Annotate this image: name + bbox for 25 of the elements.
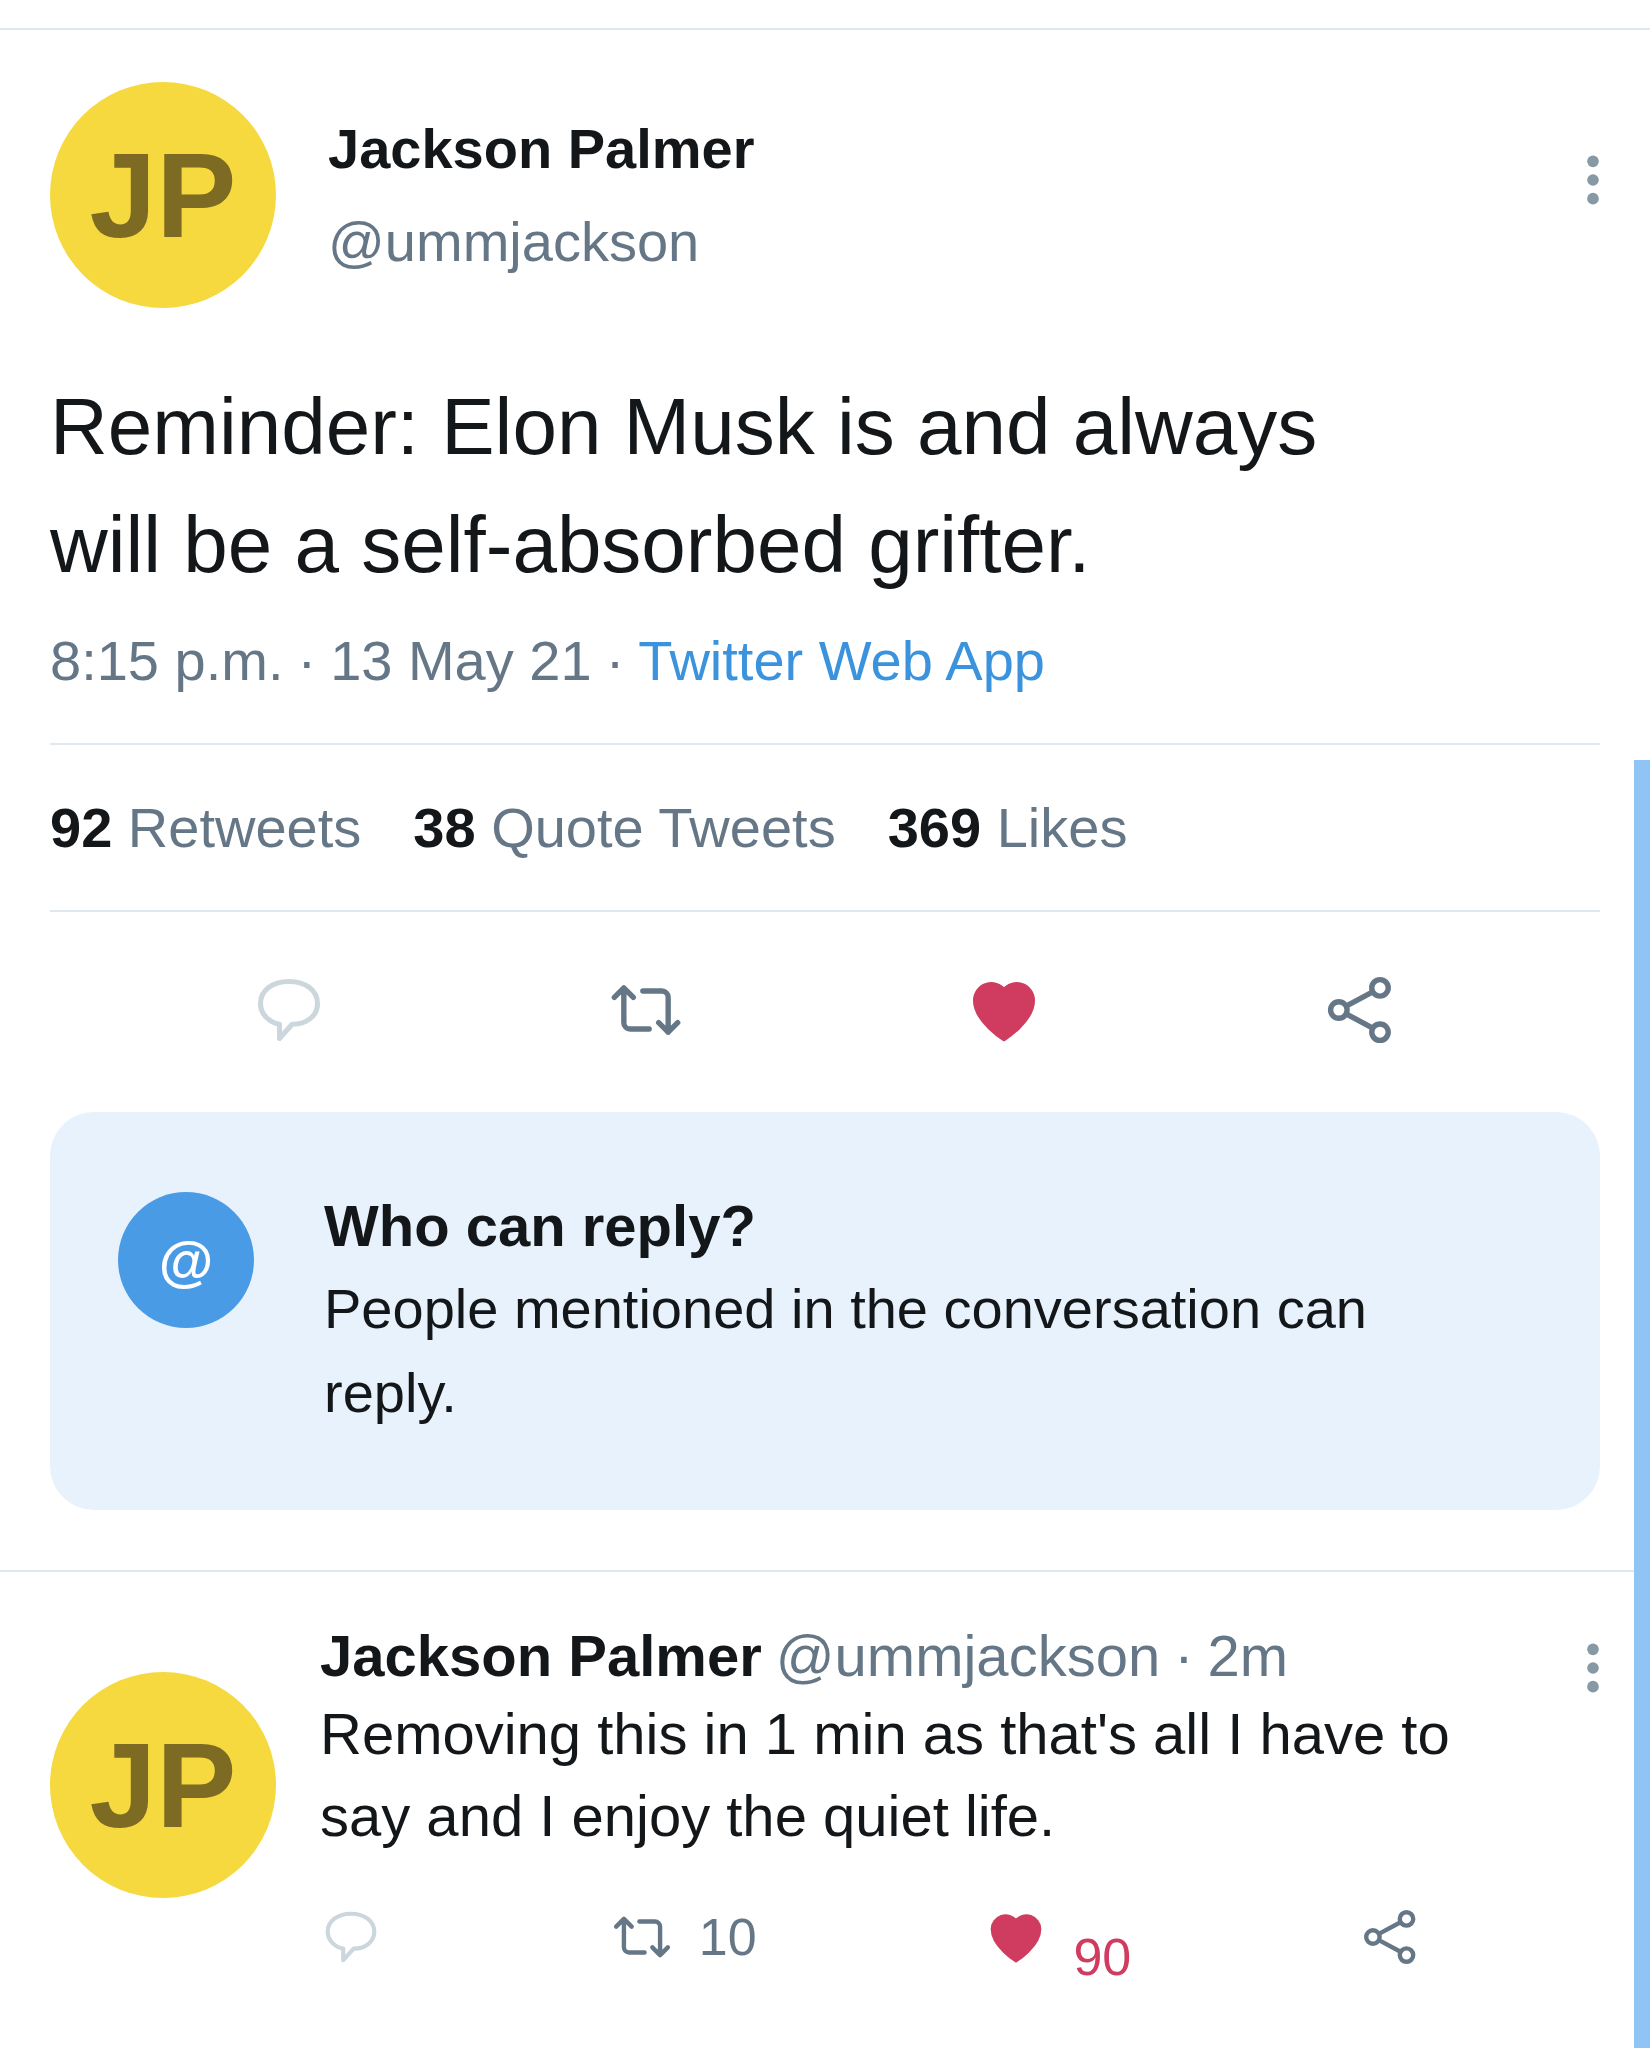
user-name[interactable]: Jackson Palmer [320, 1622, 762, 1689]
user-handle[interactable]: @ummjackson [328, 209, 1534, 274]
tweet-text: Reminder: Elon Musk is and always will be a self-absorbed grifter. [50, 381, 1319, 591]
retweet-count: 10 [698, 1907, 757, 1967]
mention-icon: @ [118, 1192, 254, 1328]
separator-dot: · [297, 628, 317, 693]
tweet-time: 2m [1207, 1622, 1289, 1689]
stat-link[interactable]: 369 Likes [887, 795, 1128, 860]
notice-text: People mentioned in the conversation can reply. [324, 1276, 1368, 1426]
separator-dot: · [1174, 1622, 1194, 1689]
notice-title: Who can reply? [324, 1192, 757, 1259]
user-name[interactable]: Jackson Palmer [328, 116, 1534, 181]
tweet-date: 13 May 21 [330, 628, 592, 693]
scrollbar[interactable] [1634, 760, 1650, 2048]
more-options-icon[interactable] [1586, 154, 1600, 206]
separator-dot: · [605, 628, 625, 693]
avatar[interactable]: JP [50, 82, 276, 308]
avatar[interactable]: JP [50, 1672, 276, 1898]
more-options-icon[interactable] [1586, 1642, 1600, 1694]
user-handle[interactable]: @ummjackson [775, 1622, 1161, 1689]
stat-link[interactable]: 92 Retweets [50, 795, 362, 860]
tweet-text: Removing this in 1 min as that's all I have to say and I enjoy the quiet life. [320, 1700, 1451, 1850]
tweet-time: 8:15 p.m. [50, 628, 284, 693]
like-count: 90 [1073, 1927, 1132, 1987]
stat-link[interactable]: 38 Quote Tweets [413, 795, 836, 860]
